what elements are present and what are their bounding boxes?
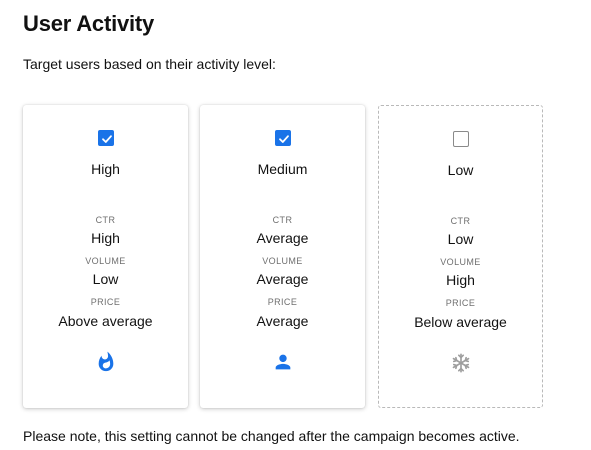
page-subtitle: Target users based on their activity lev…: [23, 56, 276, 72]
high-checkbox[interactable]: [97, 130, 114, 146]
fire-icon: [98, 351, 113, 372]
activity-card-medium[interactable]: Medium CTR Average VOLUME Average PRICE …: [200, 105, 365, 408]
card-level: Low: [447, 162, 474, 178]
page-title: User Activity: [23, 11, 155, 36]
person-icon: [275, 354, 290, 370]
low-checkbox[interactable]: [452, 131, 469, 147]
metric-label-ctr: CTR: [95, 215, 116, 225]
medium-checkbox[interactable]: [274, 130, 291, 146]
metric-label-price: PRICE: [267, 297, 298, 307]
activity-card-high[interactable]: High CTR High VOLUME Low PRICE Above ave…: [23, 105, 188, 408]
metric-value-price: Below average: [414, 314, 507, 330]
metric-label-volume: VOLUME: [85, 256, 126, 266]
metric-label-price: PRICE: [90, 297, 121, 307]
metric-value-price: Above average: [58, 313, 153, 329]
snowflake-icon: [452, 353, 469, 373]
metric-label-volume: VOLUME: [262, 256, 303, 266]
metric-value-volume: Average: [256, 271, 309, 287]
metric-label-ctr: CTR: [272, 215, 293, 225]
card-level: High: [91, 161, 120, 177]
metric-value-ctr: Average: [256, 230, 309, 246]
warning-note: Please note, this setting cannot be chan…: [23, 428, 520, 444]
card-level: Medium: [257, 161, 308, 177]
user-activity-page: User Activity Target users based on thei…: [0, 0, 591, 450]
metric-value-volume: High: [446, 272, 475, 288]
metric-label-ctr: CTR: [450, 216, 471, 226]
metric-value-ctr: Low: [447, 231, 474, 247]
metric-value-price: Average: [256, 313, 309, 329]
metric-label-volume: VOLUME: [440, 257, 481, 267]
metric-value-volume: Low: [92, 271, 119, 287]
checkmark-icon: [101, 135, 112, 143]
metric-value-ctr: High: [91, 230, 120, 246]
checkmark-icon: [278, 135, 289, 143]
metric-label-price: PRICE: [445, 298, 476, 308]
activity-card-low[interactable]: Low CTR Low VOLUME High PRICE Below aver…: [378, 105, 543, 408]
